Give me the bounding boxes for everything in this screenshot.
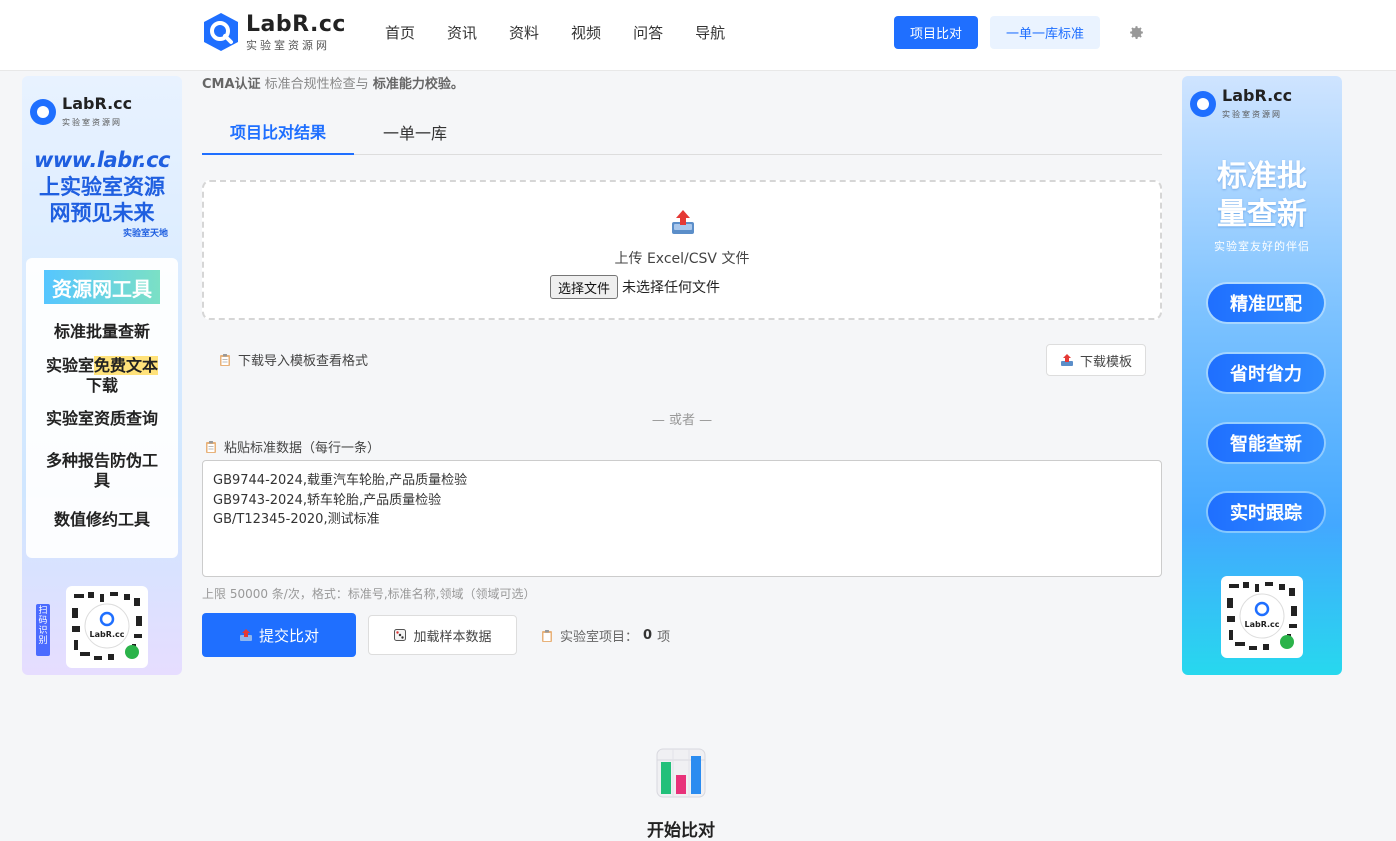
download-template-label: 下载模板 <box>1079 354 1132 370</box>
tab-compare-result[interactable]: 项目比对结果 <box>202 108 354 155</box>
paste-label: 粘贴标准数据（每行一条） <box>224 441 381 456</box>
ad-slogan-line-1: 上实验室资源 <box>39 175 165 199</box>
intro-text: CMA认证 标准合规性检查与 标准能力校验。 <box>202 73 464 92</box>
qr-code: LabR.cc <box>66 586 148 668</box>
intro-middle: 标准合规性检查与 <box>260 77 373 92</box>
upload-dropzone[interactable]: 上传 Excel/CSV 文件 选择文件 未选择任何文件 <box>202 180 1162 320</box>
count-label: 实验室项目： <box>560 630 639 645</box>
qr-code-label: LabR.cc <box>1244 620 1280 629</box>
upload-inbox-icon <box>672 210 694 234</box>
tool-batch-check: 标准批量查新 <box>53 322 150 341</box>
submit-compare-label: 提交比对 <box>258 626 319 645</box>
ad-slogan: 上实验室资源 网预见未来 <box>22 174 182 226</box>
ad-logo-subtitle: 实验室资源网 <box>1222 110 1282 119</box>
tool-free-text-suffix: 下载 <box>85 376 118 395</box>
ad-url: www.labr.cc <box>34 148 170 172</box>
dice-icon <box>394 629 407 641</box>
load-sample-button[interactable]: 加载样本数据 <box>368 615 517 655</box>
qr-code-label: LabR.cc <box>89 630 125 639</box>
left-ad-banner[interactable]: LabR.cc 实验室资源网 www.labr.cc 上实验室资源 网预见未来 … <box>22 76 182 675</box>
intro-cma: CMA认证 <box>202 77 261 92</box>
logo-mark-icon <box>30 99 56 125</box>
count-unit: 项 <box>657 630 671 645</box>
nav-home[interactable]: 首页 <box>385 22 415 43</box>
load-sample-label: 加载样本数据 <box>413 629 492 645</box>
tab-one-order[interactable]: 一单一库 <box>354 108 476 155</box>
main-nav: 首页 资讯 资料 视频 问答 导航 <box>385 22 725 43</box>
tool-anti-fake-line-2: 具 <box>93 471 110 490</box>
submit-compare-button[interactable]: 提交比对 <box>202 613 356 657</box>
logo-subtitle: 实验室资源网 <box>246 38 330 52</box>
tool-anti-fake-line-1: 多种报告防伪工 <box>45 451 158 470</box>
nav-guide[interactable]: 导航 <box>695 22 725 43</box>
paste-label-row: 粘贴标准数据（每行一条） <box>204 437 380 456</box>
file-input-row: 选择文件 未选择任何文件 <box>550 275 720 299</box>
pill-smart-check: 智能查新 <box>1208 424 1324 462</box>
limit-hint: 上限 50000 条/次，格式：标准号,标准名称,领域（领域可选） <box>202 587 536 601</box>
download-template-button[interactable]: 下载模板 <box>1046 344 1146 376</box>
top-header: LabR.cc 实验室资源网 首页 资讯 资料 视频 问答 导航 项目比对 一单… <box>0 0 1396 71</box>
right-ad-title: 标准批 量查新 <box>1182 158 1342 234</box>
tool-rounding: 数值修约工具 <box>53 510 150 529</box>
or-divider: — 或者 — <box>651 413 713 428</box>
bar-chart-icon <box>656 748 706 798</box>
gear-icon[interactable] <box>1128 24 1145 41</box>
tool-free-text-highlight: 免费文本 <box>94 356 159 375</box>
right-ad-banner[interactable]: LabR.cc 实验室资源网 标准批 量查新 实验室友好的伴侣 精准匹配 省时省… <box>1182 76 1342 675</box>
clipboard-icon <box>542 629 552 642</box>
tools-box: 资源网工具 标准批量查新 实验室免费文本 下载 实验室资质查询 多种报告防伪工具 … <box>26 258 178 558</box>
project-compare-button[interactable]: 项目比对 <box>894 16 978 49</box>
ad-tag: 实验室天地 <box>122 229 168 239</box>
right-ad-subtitle: 实验室友好的伴侣 <box>1214 240 1310 253</box>
ad-slogan-line-2: 网预见未来 <box>49 201 155 225</box>
lab-item-count: 实验室项目： 0 项 <box>540 626 670 645</box>
tool-anti-fake: 多种报告防伪工具 <box>26 451 178 491</box>
ad-logo-right: LabR.cc 实验室资源网 <box>1190 88 1292 120</box>
ad-logo-title: LabR.cc <box>1222 86 1293 105</box>
paste-textarea[interactable] <box>202 460 1162 577</box>
tool-qualification-query: 实验室资质查询 <box>45 409 158 428</box>
tool-free-text: 实验室免费文本 下载 <box>26 356 178 396</box>
intro-capability: 标准能力校验。 <box>372 77 464 92</box>
one-order-standard-button[interactable]: 一单一库标准 <box>990 16 1100 49</box>
nav-video[interactable]: 视频 <box>571 22 601 43</box>
count-value: 0 <box>643 628 653 643</box>
download-icon <box>1060 354 1073 366</box>
qr-code-icon <box>1227 582 1297 650</box>
ad-logo: LabR.cc 实验室资源网 <box>30 96 132 128</box>
pill-save-time: 省时省力 <box>1208 354 1324 392</box>
right-ad-title-line-2: 量查新 <box>1217 197 1307 232</box>
nav-news[interactable]: 资讯 <box>447 22 477 43</box>
pill-precise-match: 精准匹配 <box>1208 284 1324 322</box>
qr-code-icon <box>72 592 142 660</box>
empty-state-title: 开始比对 <box>647 821 715 841</box>
tool-free-text-prefix: 实验室 <box>45 356 94 375</box>
tools-title: 资源网工具 <box>44 270 160 304</box>
file-status: 未选择任何文件 <box>622 280 721 296</box>
qr-code-right: LabR.cc <box>1221 576 1303 658</box>
nav-materials[interactable]: 资料 <box>509 22 539 43</box>
choose-file-button[interactable]: 选择文件 <box>550 275 619 299</box>
logo-mark-icon <box>1190 91 1216 117</box>
right-ad-title-line-1: 标准批 <box>1217 159 1307 194</box>
template-hint-row: 下载导入模板查看格式 <box>218 350 368 369</box>
site-logo[interactable]: LabR.cc 实验室资源网 <box>202 12 346 52</box>
clipboard-icon <box>206 440 216 453</box>
logo-title: LabR.cc <box>246 11 346 37</box>
upload-text: 上传 Excel/CSV 文件 <box>614 251 750 267</box>
template-hint: 下载导入模板查看格式 <box>238 354 369 369</box>
ad-logo-title: LabR.cc <box>62 94 133 113</box>
inbox-upload-icon <box>239 629 252 641</box>
pill-realtime-track: 实时跟踪 <box>1208 493 1324 531</box>
scan-tag: 扫码识别 <box>36 604 50 656</box>
clipboard-icon <box>220 353 230 366</box>
logo-hexagon-icon <box>204 13 238 51</box>
ad-logo-subtitle: 实验室资源网 <box>62 118 122 127</box>
tab-bar: 项目比对结果 一单一库 <box>202 108 1162 155</box>
nav-qa[interactable]: 问答 <box>633 22 663 43</box>
